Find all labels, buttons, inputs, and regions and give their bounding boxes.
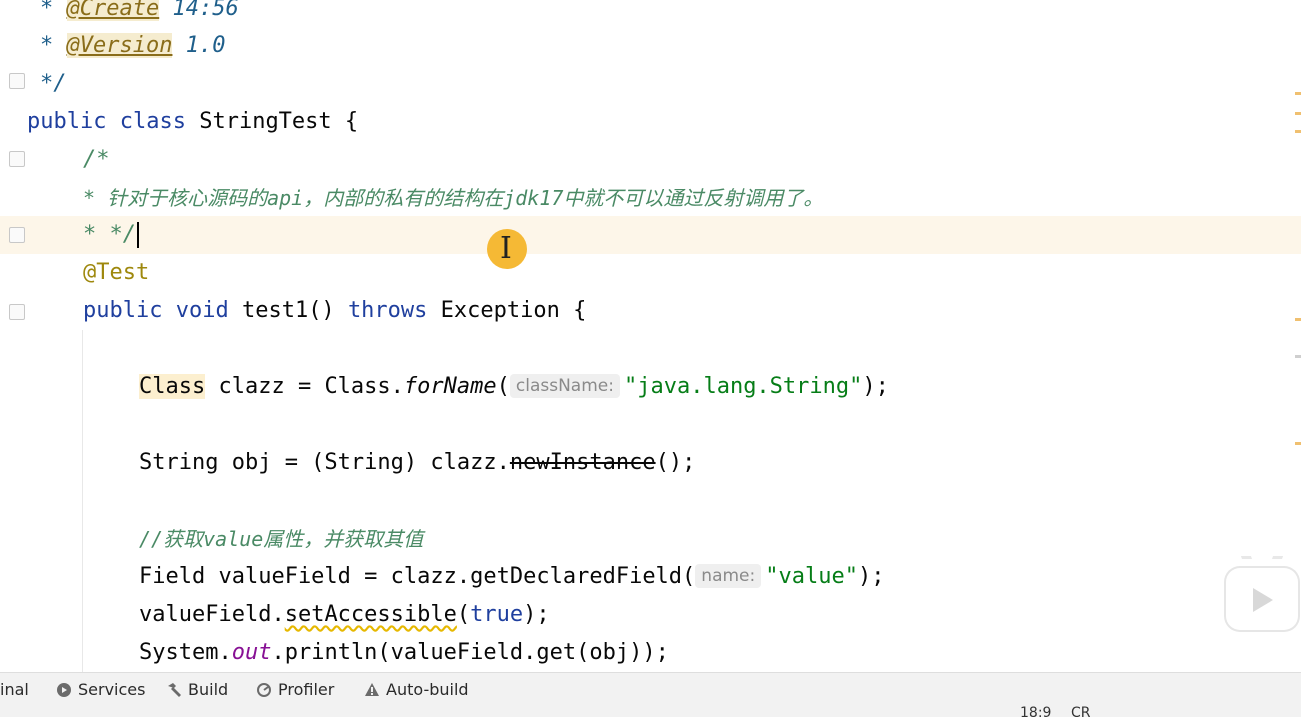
- code-line[interactable]: @Test: [83, 254, 149, 292]
- code-line[interactable]: * @Version 1.0: [40, 27, 225, 65]
- tool-tab-label: Profiler: [278, 680, 335, 699]
- tool-tab-label: Build: [188, 680, 229, 699]
- code-editor[interactable]: * @Create 14:56 * @Version 1.0 */ public…: [0, 0, 1301, 672]
- error-stripe[interactable]: [1293, 0, 1301, 672]
- tool-tab-label: Auto-build: [386, 680, 469, 699]
- code-line[interactable]: public class StringTest {: [27, 103, 358, 141]
- tool-window-bar: inal Services Build Profiler Auto-build: [0, 672, 1301, 707]
- code-line[interactable]: public void test1() throws Exception {: [83, 292, 586, 330]
- caret-position[interactable]: 18:9: [1020, 706, 1051, 717]
- line-separator[interactable]: CR: [1071, 706, 1091, 717]
- fold-start-icon[interactable]: [9, 151, 25, 167]
- parameter-hint: className:: [509, 374, 620, 398]
- text-caret: [136, 222, 139, 248]
- tool-tab-label: inal: [0, 680, 29, 699]
- play-button[interactable]: [1226, 568, 1298, 630]
- indent-guide: [82, 330, 83, 672]
- code-line[interactable]: Class clazz = Class.forName(className: "j…: [139, 368, 889, 406]
- hammer-icon: [168, 683, 181, 697]
- code-line[interactable]: */: [40, 65, 67, 103]
- profiler-icon: [257, 683, 271, 697]
- ibeam-cursor-icon: I: [500, 231, 512, 266]
- code-line[interactable]: * */: [83, 216, 139, 254]
- code-line[interactable]: * @Create 14:56: [40, 0, 239, 28]
- javadoc-tag: @Version: [66, 33, 173, 58]
- javadoc-tag: @Create: [66, 0, 160, 21]
- current-line-highlight: [0, 216, 1301, 254]
- tool-tab-build[interactable]: Build: [166, 673, 228, 707]
- tool-tab-autobuild[interactable]: Auto-build: [364, 673, 469, 707]
- play-icon: [1253, 588, 1273, 612]
- code-line[interactable]: Field valueField = clazz.getDeclaredFiel…: [139, 558, 884, 596]
- status-bar: 18:9 CR: [0, 706, 1301, 717]
- warning-triangle-icon: [365, 683, 379, 696]
- code-line[interactable]: System.out.println(valueField.get(obj));: [139, 634, 669, 672]
- parameter-hint: name:: [695, 564, 762, 588]
- tool-tab-label: Services: [78, 680, 146, 699]
- code-line[interactable]: /*: [83, 141, 110, 179]
- tool-tab-services[interactable]: Services: [56, 673, 145, 707]
- services-icon: [57, 683, 71, 697]
- tool-tab-terminal[interactable]: inal: [0, 673, 29, 707]
- code-line[interactable]: * 针对于核心源码的api，内部的私有的结构在jdk17中就不可以通过反射调用了…: [83, 179, 823, 217]
- code-line[interactable]: //获取value属性，并获取其值: [139, 520, 423, 558]
- fold-end-icon[interactable]: [9, 227, 25, 243]
- fold-start-icon[interactable]: [9, 304, 25, 320]
- tool-tab-profiler[interactable]: Profiler: [256, 673, 334, 707]
- code-line[interactable]: String obj = (String) clazz.newInstance(…: [139, 444, 695, 482]
- code-line[interactable]: valueField.setAccessible(true);: [139, 596, 550, 634]
- fold-end-icon[interactable]: [9, 73, 25, 89]
